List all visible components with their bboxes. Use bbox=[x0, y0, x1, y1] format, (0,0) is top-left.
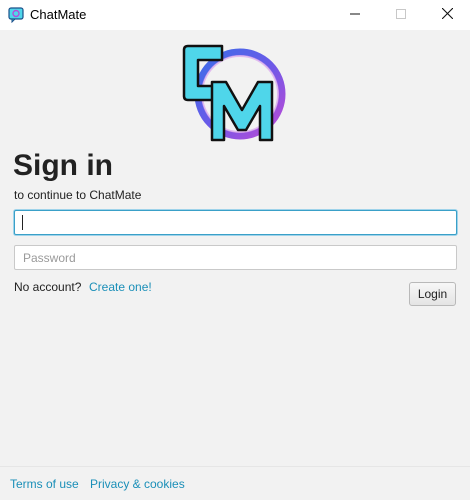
maximize-icon bbox=[396, 6, 406, 24]
window-title: ChatMate bbox=[30, 7, 87, 22]
footer-divider bbox=[0, 466, 470, 467]
username-input[interactable] bbox=[14, 210, 457, 235]
maximize-button[interactable] bbox=[378, 0, 424, 30]
minimize-icon bbox=[350, 6, 360, 24]
chatmate-logo bbox=[182, 42, 288, 146]
close-button[interactable] bbox=[424, 0, 470, 30]
create-account-link[interactable]: Create one! bbox=[89, 279, 152, 295]
no-account-label: No account? bbox=[14, 280, 82, 294]
title-bar: ChatMate bbox=[0, 0, 470, 30]
password-input[interactable] bbox=[14, 245, 457, 270]
page-title: Sign in bbox=[13, 149, 113, 182]
privacy-cookies-link[interactable]: Privacy & cookies bbox=[90, 476, 185, 492]
close-icon bbox=[441, 6, 453, 24]
terms-of-use-link[interactable]: Terms of use bbox=[10, 476, 79, 492]
text-caret bbox=[22, 215, 23, 230]
page-subtitle: to continue to ChatMate bbox=[14, 188, 142, 202]
chatmate-app-icon bbox=[8, 7, 24, 24]
minimize-button[interactable] bbox=[332, 0, 378, 30]
app-window: ChatMate Sign in to continue to ChatMate… bbox=[0, 0, 470, 500]
login-button[interactable]: Login bbox=[409, 282, 456, 306]
